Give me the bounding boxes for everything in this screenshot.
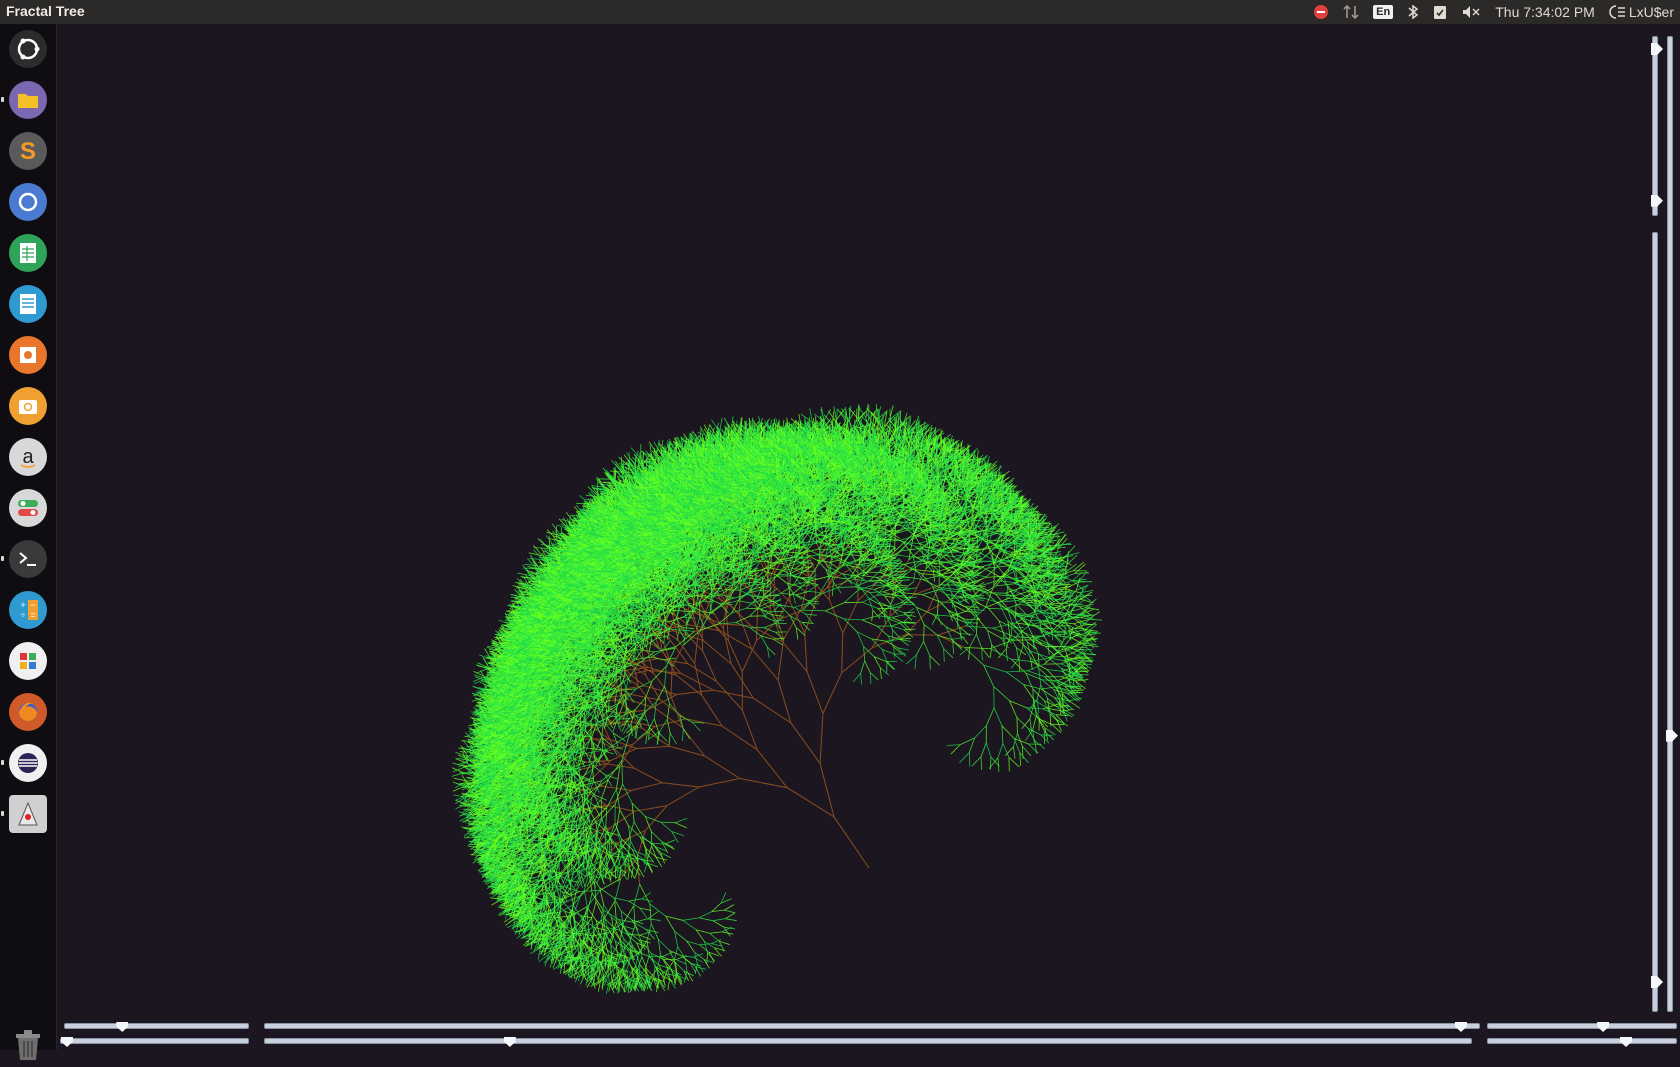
software-center-icon [9,387,47,425]
writer-document-icon [9,285,47,323]
slider-right-col-2[interactable] [1667,36,1673,1012]
bluetooth-icon[interactable] [1407,4,1419,20]
slider-bottom-center-1[interactable] [264,1023,1480,1029]
launcher-item-apps-grid[interactable] [9,642,47,680]
launcher-item-system-settings[interactable] [9,489,47,527]
volume-muted-icon[interactable] [1461,4,1481,20]
slider-bottom-right-1[interactable] [1487,1023,1677,1029]
network-icon[interactable] [1343,4,1359,20]
calculator-icon: +−÷ = [9,591,47,629]
tree-leaves [452,404,1103,994]
firefox-icon [9,693,47,731]
eclipse-icon [9,744,47,782]
trash-icon[interactable] [12,1028,44,1067]
sublime-text-icon: S [9,132,47,170]
slider-right-col-1[interactable] [1652,232,1658,1012]
slider-bottom-center-2[interactable] [264,1038,1472,1044]
launcher-item-chromium[interactable] [9,183,47,221]
launcher: Sa +−÷ = [0,24,57,1050]
launcher-item-java-app[interactable] [9,795,47,833]
amazon-icon: a [9,438,47,476]
launcher-item-files[interactable] [9,81,47,119]
system-settings-icon [9,489,47,527]
running-indicator [1,97,4,102]
launcher-item-terminal[interactable] [9,540,47,578]
running-indicator [1,811,4,816]
svg-text:a: a [22,446,34,468]
slider-bottom-left-1[interactable] [64,1023,249,1029]
keyboard-layout-label: En [1373,5,1393,19]
svg-text:÷: ÷ [21,610,26,620]
terminal-icon [9,540,47,578]
launcher-item-software-center[interactable] [9,387,47,425]
launcher-item-eclipse[interactable] [9,744,47,782]
svg-text:−: − [30,600,35,610]
top-panel: Fractal Tree En Thu 7:34:02 PM LxU$er [0,0,1680,24]
launcher-item-firefox[interactable] [9,693,47,731]
launcher-item-calc-spreadsheet[interactable] [9,234,47,272]
user-name: LxU$er [1629,4,1674,20]
impress-presentation-icon [9,336,47,374]
svg-text:=: = [30,610,35,620]
java-app-icon [9,795,47,833]
session-menu[interactable]: LxU$er [1609,4,1674,20]
slider-bottom-right-2[interactable] [1487,1038,1677,1044]
launcher-item-sublime-text[interactable]: S [9,132,47,170]
clipboard-check-icon[interactable] [1433,4,1447,20]
files-icon [9,81,47,119]
indicator-area: En Thu 7:34:02 PM LxU$er [1313,0,1674,24]
keyboard-layout-indicator[interactable]: En [1373,5,1393,19]
slider-right-top[interactable] [1652,36,1658,216]
launcher-item-amazon[interactable]: a [9,438,47,476]
session-icon [1609,4,1627,20]
svg-text:S: S [20,138,36,165]
apps-grid-icon [9,642,47,680]
ubuntu-dash-icon [9,30,47,68]
chromium-icon [9,183,47,221]
slider-bottom-left-2[interactable] [60,1038,249,1044]
running-indicator [1,760,4,765]
calc-spreadsheet-icon [9,234,47,272]
clock[interactable]: Thu 7:34:02 PM [1495,4,1595,20]
fractal-tree-canvas [57,24,1680,1050]
running-indicator [1,556,4,561]
launcher-item-calculator[interactable]: +−÷ = [9,591,47,629]
launcher-item-ubuntu-dash[interactable] [9,30,47,68]
do-not-disturb-icon[interactable] [1313,4,1329,20]
launcher-item-impress-presentation[interactable] [9,336,47,374]
launcher-item-writer-document[interactable] [9,285,47,323]
svg-text:+: + [20,600,25,610]
window-title: Fractal Tree [6,3,85,19]
